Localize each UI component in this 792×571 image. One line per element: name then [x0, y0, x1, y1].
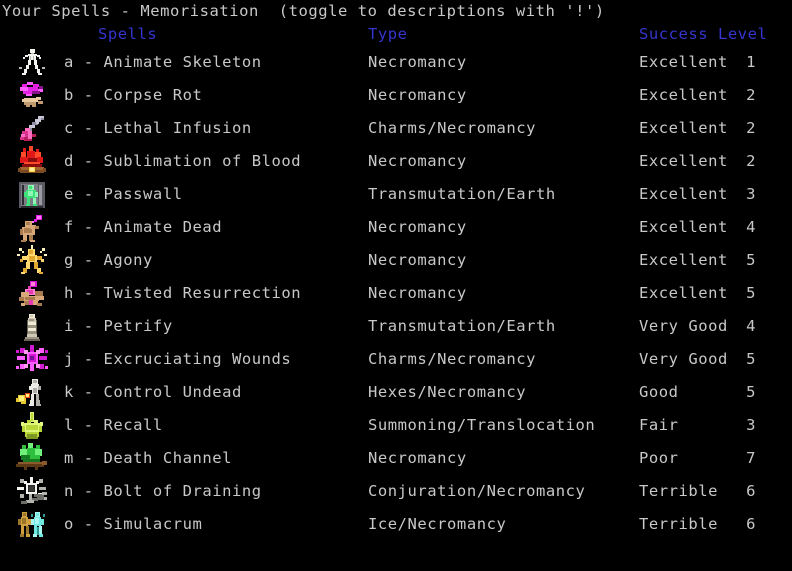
spell-row[interactable]: d - Sublimation of Blood Necromancy Excell… — [0, 146, 792, 179]
spell-type-cell: Charms/Necromancy — [368, 119, 536, 137]
spell-type-cell: Necromancy — [368, 251, 467, 269]
spell-row[interactable]: e - Passwall Transmutation/Earth Excellent… — [0, 179, 792, 212]
spell-type-cell: Necromancy — [368, 449, 467, 467]
spell-level-cell: 5 — [746, 350, 756, 368]
spell-name-cell[interactable]: m - Death Channel — [64, 449, 232, 467]
spell-type-cell: Necromancy — [368, 86, 467, 104]
spell-success-cell: Terrible — [639, 515, 719, 533]
spell-level-cell: 6 — [746, 515, 756, 533]
spell-type-cell: Transmutation/Earth — [368, 317, 556, 335]
spell-row[interactable]: l - Recall Summoning/Translocation Fair 3 — [0, 410, 792, 443]
spell-row[interactable]: h - Twisted Resurrection Necromancy Excell… — [0, 278, 792, 311]
spell-level-cell: 5 — [746, 284, 756, 302]
spell-type-cell: Summoning/Translocation — [368, 416, 596, 434]
spell-level-cell: 6 — [746, 482, 756, 500]
corpse-rot-icon — [16, 80, 48, 112]
spell-type-cell: Transmutation/Earth — [368, 185, 556, 203]
spell-name-cell[interactable]: g - Agony — [64, 251, 153, 269]
spell-row[interactable]: i - Petrify Transmutation/Earth Very Good 4 — [0, 311, 792, 344]
spell-row[interactable]: n - Bolt of Draining Conjuration/Necroman… — [0, 476, 792, 509]
spell-row[interactable]: c - Lethal Infusion Charms/Necromancy Exce… — [0, 113, 792, 146]
spell-level-cell: 2 — [746, 152, 756, 170]
spell-level-cell: 3 — [746, 185, 756, 203]
spell-type-cell: Conjuration/Necromancy — [368, 482, 586, 500]
column-header-spells: Spells — [98, 25, 158, 43]
spell-success-cell: Excellent — [639, 53, 728, 71]
spell-success-cell: Terrible — [639, 482, 719, 500]
spell-type-cell: Necromancy — [368, 53, 467, 71]
spell-name-cell[interactable]: j - Excruciating Wounds — [64, 350, 291, 368]
spell-type-cell: Hexes/Necromancy — [368, 383, 527, 401]
spell-name-cell[interactable]: f - Animate Dead — [64, 218, 222, 236]
spell-list: a - Animate Skeleton Necromancy Excellent 1… — [0, 47, 792, 542]
spell-level-cell: 1 — [746, 53, 756, 71]
spell-name-cell[interactable]: a - Animate Skeleton — [64, 53, 262, 71]
spell-success-cell: Excellent — [639, 185, 728, 203]
simulacrum-icon — [16, 509, 48, 541]
spell-row[interactable]: o - Simulacrum Ice/Necromancy Terrible 6 — [0, 509, 792, 542]
spell-name-cell[interactable]: k - Control Undead — [64, 383, 242, 401]
column-header-level: Level — [718, 25, 768, 43]
column-header-type: Type — [368, 25, 408, 43]
spell-row[interactable]: b - Corpse Rot Necromancy Excellent 2 — [0, 80, 792, 113]
animate-dead-icon — [16, 212, 48, 244]
spell-success-cell: Fair — [639, 416, 679, 434]
spell-name-cell[interactable]: o - Simulacrum — [64, 515, 202, 533]
spell-name-cell[interactable]: i - Petrify — [64, 317, 173, 335]
animate-skeleton-icon — [16, 47, 48, 79]
spell-level-cell: 5 — [746, 383, 756, 401]
excruciating-wounds-icon — [16, 344, 48, 376]
control-undead-icon — [16, 377, 48, 409]
spell-row[interactable]: g - Agony Necromancy Excellent 5 — [0, 245, 792, 278]
spell-level-cell: 2 — [746, 119, 756, 137]
spell-name-cell[interactable]: d - Sublimation of Blood — [64, 152, 301, 170]
spell-row[interactable]: a - Animate Skeleton Necromancy Excellent 1 — [0, 47, 792, 80]
column-header-success: Success — [639, 25, 709, 43]
spell-row[interactable]: m - Death Channel Necromancy Poor 7 — [0, 443, 792, 476]
spell-level-cell: 4 — [746, 218, 756, 236]
spell-name-cell[interactable]: b - Corpse Rot — [64, 86, 202, 104]
spell-row[interactable]: f - Animate Dead Necromancy Excellent 4 — [0, 212, 792, 245]
column-header-row: Spells Type Success Level — [0, 25, 792, 45]
spell-row[interactable]: j - Excruciating Wounds Charms/Necromancy… — [0, 344, 792, 377]
spell-type-cell: Necromancy — [368, 218, 467, 236]
spell-level-cell: 3 — [746, 416, 756, 434]
lethal-infusion-icon — [16, 113, 48, 145]
agony-icon — [16, 245, 48, 277]
spell-success-cell: Poor — [639, 449, 679, 467]
spell-type-cell: Ice/Necromancy — [368, 515, 507, 533]
spell-success-cell: Excellent — [639, 119, 728, 137]
bolt-of-draining-icon — [16, 476, 48, 508]
spell-name-cell[interactable]: n - Bolt of Draining — [64, 482, 262, 500]
death-channel-icon — [16, 443, 48, 475]
page-title: Your Spells - Memorisation (toggle to de… — [2, 2, 605, 20]
spell-name-cell[interactable]: e - Passwall — [64, 185, 183, 203]
spell-name-cell[interactable]: c - Lethal Infusion — [64, 119, 252, 137]
spell-success-cell: Excellent — [639, 152, 728, 170]
spell-success-cell: Excellent — [639, 218, 728, 236]
spell-type-cell: Charms/Necromancy — [368, 350, 536, 368]
spell-success-cell: Excellent — [639, 251, 728, 269]
petrify-icon — [16, 311, 48, 343]
spell-success-cell: Good — [639, 383, 679, 401]
spell-level-cell: 4 — [746, 317, 756, 335]
spell-name-cell[interactable]: l - Recall — [64, 416, 163, 434]
spell-row[interactable]: k - Control Undead Hexes/Necromancy Good 5 — [0, 377, 792, 410]
spell-success-cell: Very Good — [639, 317, 728, 335]
passwall-icon — [16, 179, 48, 211]
spell-success-cell: Very Good — [639, 350, 728, 368]
spell-success-cell: Excellent — [639, 284, 728, 302]
spell-level-cell: 7 — [746, 449, 756, 467]
twisted-resurrection-icon — [16, 278, 48, 310]
recall-icon — [16, 410, 48, 442]
sublimation-of-blood-icon — [16, 146, 48, 178]
spell-level-cell: 2 — [746, 86, 756, 104]
spell-level-cell: 5 — [746, 251, 756, 269]
spell-name-cell[interactable]: h - Twisted Resurrection — [64, 284, 301, 302]
spell-success-cell: Excellent — [639, 86, 728, 104]
spell-type-cell: Necromancy — [368, 284, 467, 302]
spell-type-cell: Necromancy — [368, 152, 467, 170]
spell-memorisation-screen: Your Spells - Memorisation (toggle to de… — [0, 0, 792, 571]
